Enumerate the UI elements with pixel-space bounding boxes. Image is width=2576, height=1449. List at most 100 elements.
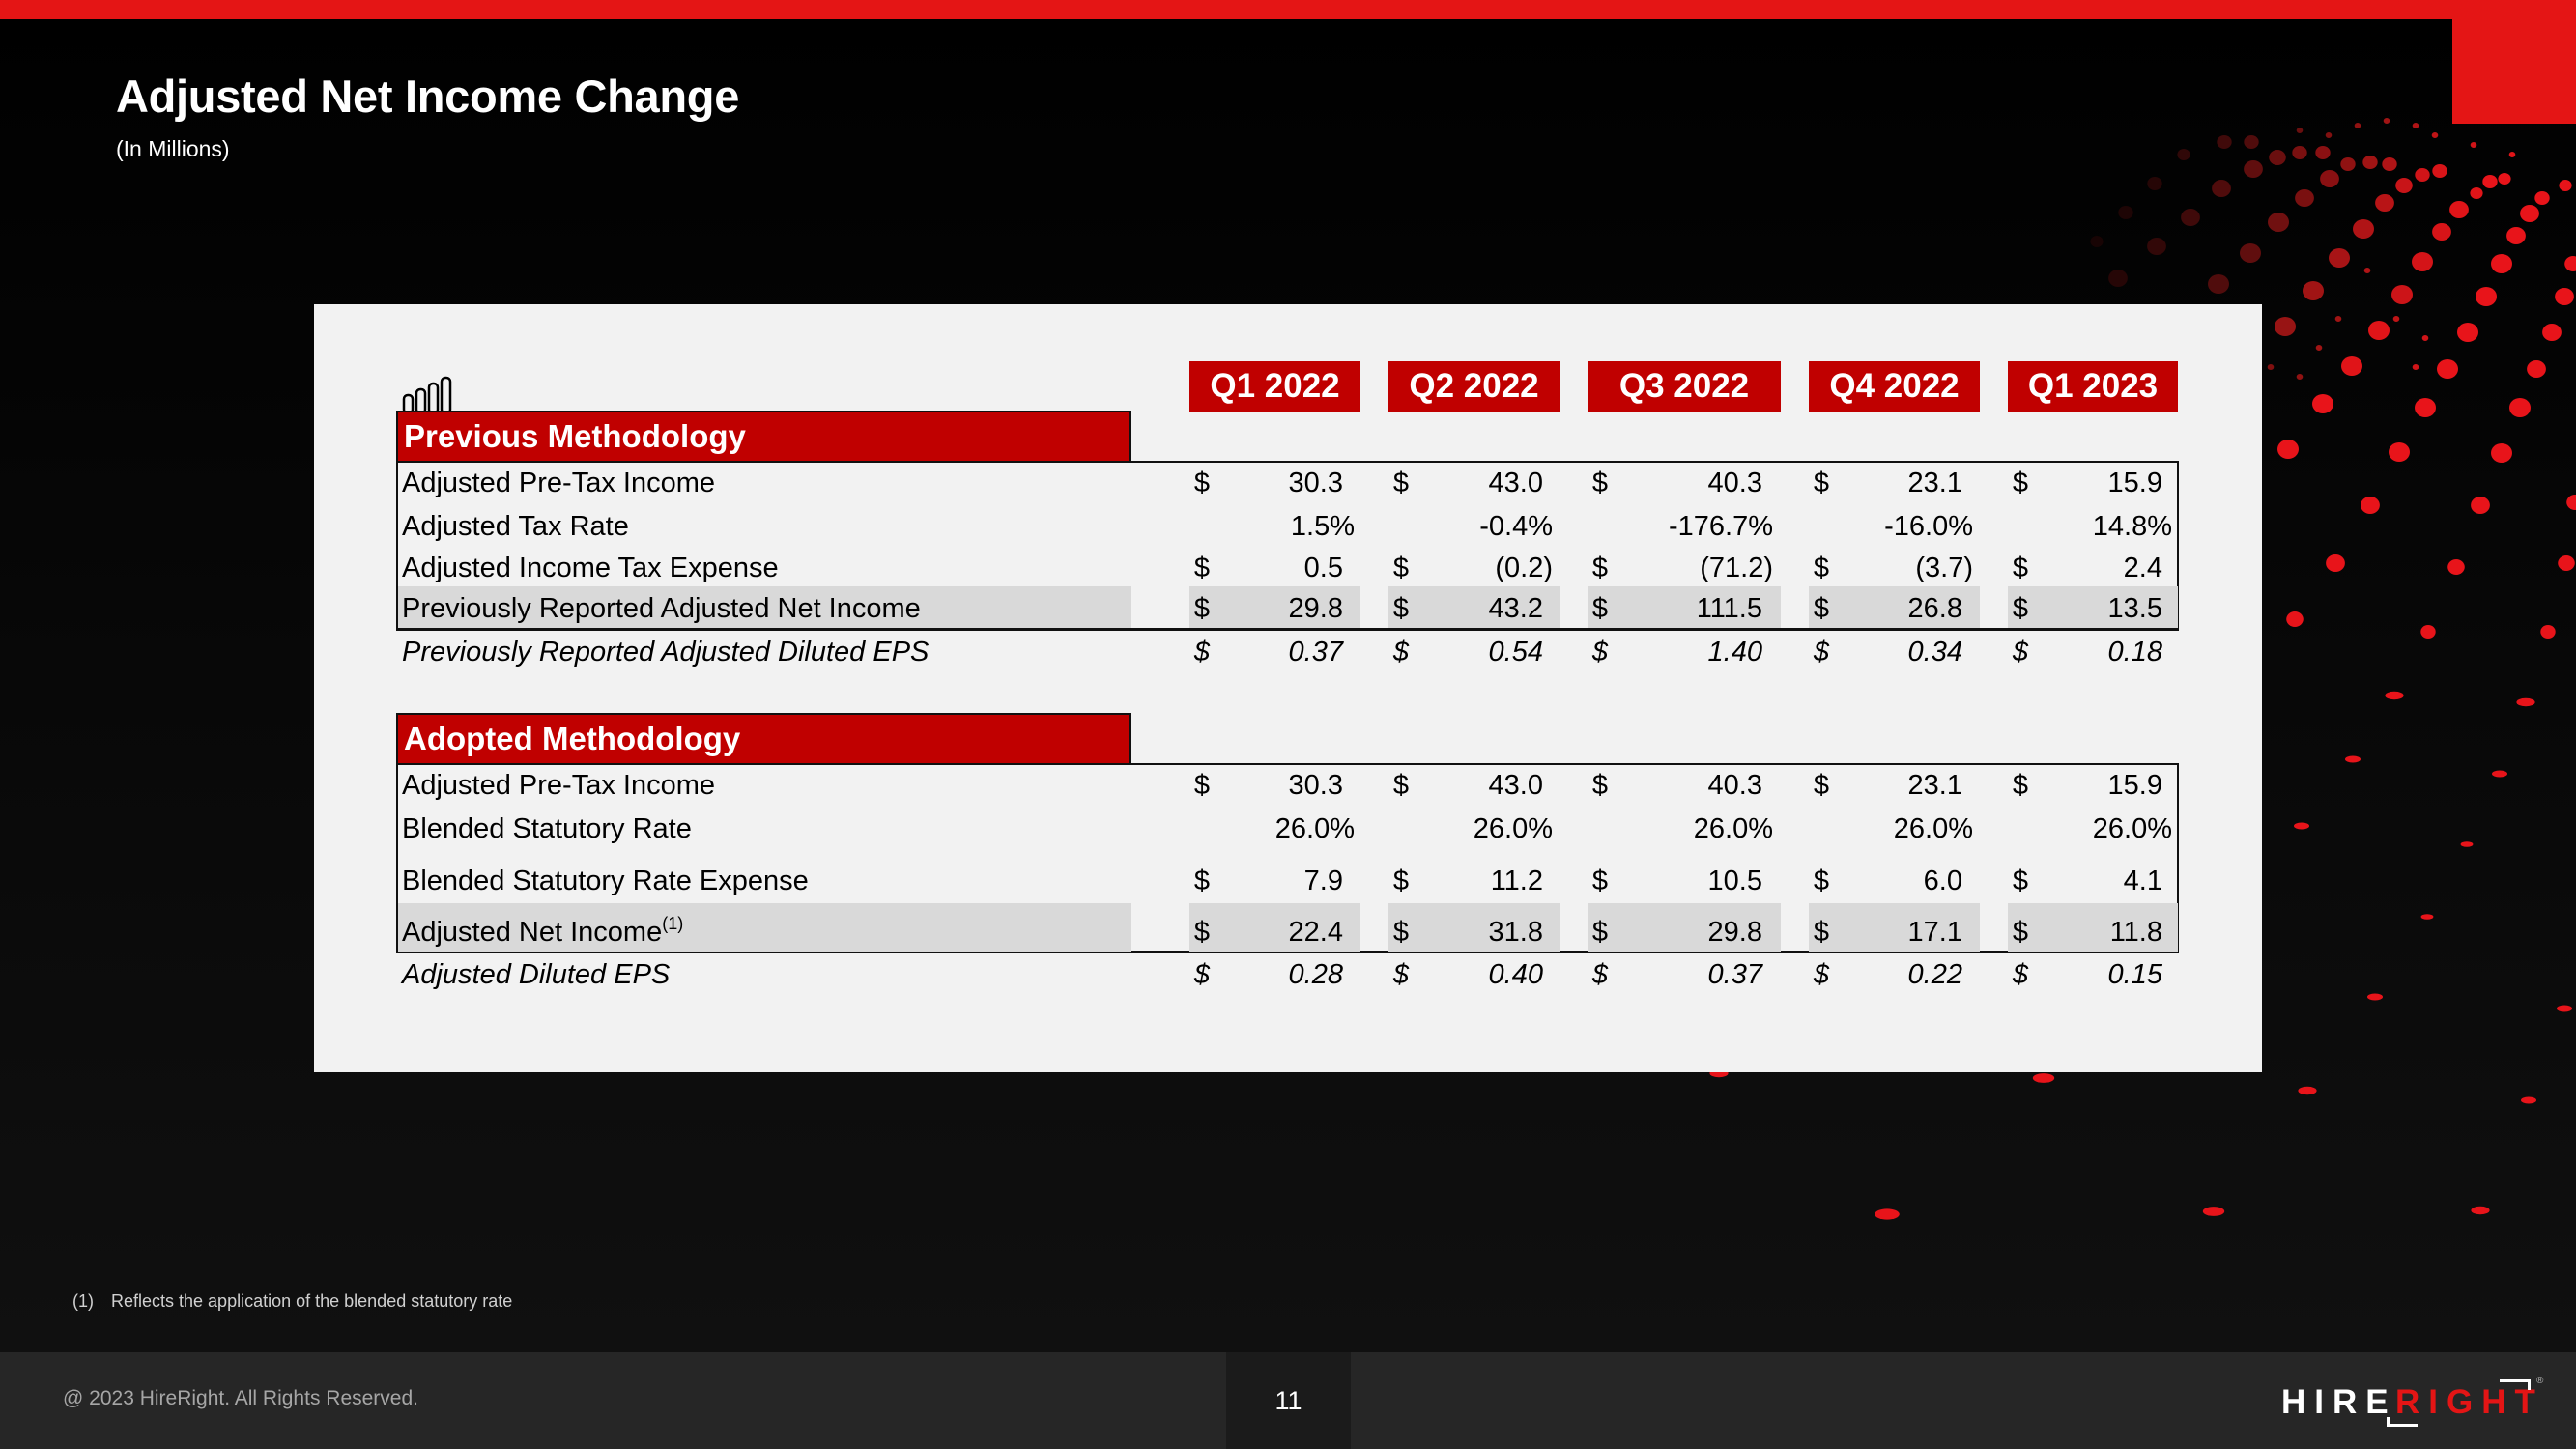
currency-symbol: $ — [1193, 917, 1211, 948]
currency-symbol: $ — [2012, 917, 2029, 948]
cell-value: 4.1 — [2123, 866, 2162, 896]
currency-symbol: $ — [1813, 593, 1830, 624]
cell-value: 7.9 — [1303, 866, 1343, 896]
decorative-dot — [2509, 398, 2531, 417]
logo-bracket-bottom-left — [2387, 1417, 2418, 1427]
decorative-dot — [2498, 173, 2511, 185]
decorative-dot — [2368, 321, 2390, 340]
row-label: Adjusted Tax Rate — [402, 507, 629, 546]
cell-value: 29.8 — [1707, 917, 1762, 948]
cell-value: 26.8 — [1907, 593, 1962, 624]
currency-symbol: $ — [1813, 468, 1830, 498]
decorative-dot — [2482, 175, 2498, 188]
row-label-text: Previously Reported Adjusted Net Income — [402, 593, 921, 624]
row-label-text: Blended Statutory Rate — [402, 813, 692, 844]
cell-value: 40.3 — [1707, 770, 1762, 801]
decorative-dot — [2294, 822, 2309, 830]
decorative-dot — [2540, 625, 2556, 639]
footnote-marker: (1) — [72, 1292, 94, 1311]
decorative-dot — [2367, 993, 2383, 1001]
row-label-text: Adjusted Diluted EPS — [402, 959, 671, 990]
cell-value: -176.7% — [1668, 511, 1773, 542]
cell-value: 0.18 — [2107, 637, 2162, 668]
decorative-dot — [2471, 1206, 2490, 1215]
cell-value: (3.7) — [1915, 553, 1973, 583]
period-header: Q2 2022 — [1388, 361, 1560, 412]
currency-symbol: $ — [1193, 770, 1211, 801]
decorative-dot — [2437, 359, 2458, 379]
row-label: Blended Statutory Rate — [402, 810, 692, 848]
row-label: Adjusted Income Tax Expense — [402, 549, 779, 587]
row-label-text: Adjusted Tax Rate — [402, 511, 629, 542]
decorative-dot — [2340, 157, 2356, 171]
decorative-dot — [2412, 252, 2433, 271]
currency-symbol: $ — [1591, 959, 1609, 990]
decorative-dot — [2412, 364, 2419, 370]
table-row: Adjusted Income Tax Expense $0.5 $ (0.2) $ (7… — [314, 549, 2262, 587]
cell-value: 1.40 — [1707, 637, 1762, 668]
decorative-dot — [2542, 324, 2562, 341]
cell-value: 0.37 — [1288, 637, 1343, 668]
period-header: Q1 2023 — [2008, 361, 2178, 412]
decorative-dot — [2491, 254, 2512, 273]
row-label: Adjusted Pre-Tax Income — [402, 464, 715, 502]
currency-symbol: $ — [1591, 468, 1609, 498]
currency-symbol: $ — [1813, 637, 1830, 668]
cell-value: 14.8% — [2092, 511, 2172, 542]
row-label: Adjusted Net Income(1) — [402, 913, 683, 952]
row-label: Adjusted Pre-Tax Income — [402, 766, 715, 805]
decorative-dot — [2032, 1073, 2055, 1083]
cell-value: 0.40 — [1488, 959, 1543, 990]
decorative-dot — [2361, 497, 2380, 514]
decorative-dot — [2303, 281, 2324, 300]
decorative-dot — [2476, 287, 2497, 306]
currency-symbol: $ — [1591, 593, 1609, 624]
cell-value: 22.4 — [1288, 917, 1343, 948]
footnote-text: Reflects the application of the blended … — [111, 1292, 513, 1311]
decorative-dot — [2471, 497, 2490, 514]
cell-value: 111.5 — [1696, 593, 1762, 624]
decorative-dot — [2108, 270, 2128, 287]
decorative-dot — [2431, 132, 2439, 138]
decorative-dot — [2415, 398, 2436, 417]
row-label: Previously Reported Adjusted Net Income — [402, 589, 921, 628]
currency-symbol: $ — [2012, 468, 2029, 498]
currency-symbol: $ — [1392, 468, 1410, 498]
decorative-dot — [2470, 142, 2477, 148]
row-label: Previously Reported Adjusted Diluted EPS — [402, 633, 929, 671]
decorative-dot — [2315, 146, 2331, 159]
currency-symbol: $ — [2012, 593, 2029, 624]
cell-value: (71.2) — [1700, 553, 1773, 583]
cell-value: 2.4 — [2123, 553, 2162, 583]
currency-symbol: $ — [1392, 866, 1410, 896]
decorative-dot — [2240, 243, 2261, 263]
decorative-dot — [2389, 442, 2410, 462]
row-label-text: Adjusted Net Income — [402, 917, 663, 948]
cell-value: 0.5 — [1303, 553, 1343, 583]
decorative-dot — [2315, 345, 2323, 351]
decorative-dot — [2147, 177, 2162, 190]
decorative-dot — [2382, 157, 2397, 171]
cell-value: 40.3 — [1707, 468, 1762, 498]
decorative-dot — [2292, 146, 2307, 159]
decorative-dot — [2296, 374, 2304, 380]
decorative-dot — [2353, 219, 2374, 239]
table-row: Adjusted Pre-Tax Income $30.3 $43.0 $40.3 $2… — [314, 766, 2262, 805]
currency-symbol: $ — [2012, 866, 2029, 896]
decorative-dot — [2449, 201, 2469, 218]
decorative-dot — [2177, 149, 2190, 160]
table-row: Blended Statutory Rate 26.0% 26.0% 26.0% 26.… — [314, 810, 2262, 848]
decorative-dot — [2277, 440, 2299, 459]
currency-symbol: $ — [1591, 553, 1609, 583]
cell-value: 0.54 — [1488, 637, 1543, 668]
decorative-dot — [2534, 191, 2550, 205]
currency-symbol: $ — [1392, 770, 1410, 801]
currency-symbol: $ — [1591, 770, 1609, 801]
decorative-dot — [2345, 755, 2361, 763]
decorative-dot — [2557, 1005, 2572, 1012]
currency-symbol: $ — [1392, 917, 1410, 948]
decorative-dot — [2147, 238, 2166, 255]
decorative-dot — [2412, 123, 2419, 128]
table-row: Previously Reported Adjusted Net Income $… — [314, 589, 2262, 628]
decorative-dot — [2362, 156, 2378, 169]
